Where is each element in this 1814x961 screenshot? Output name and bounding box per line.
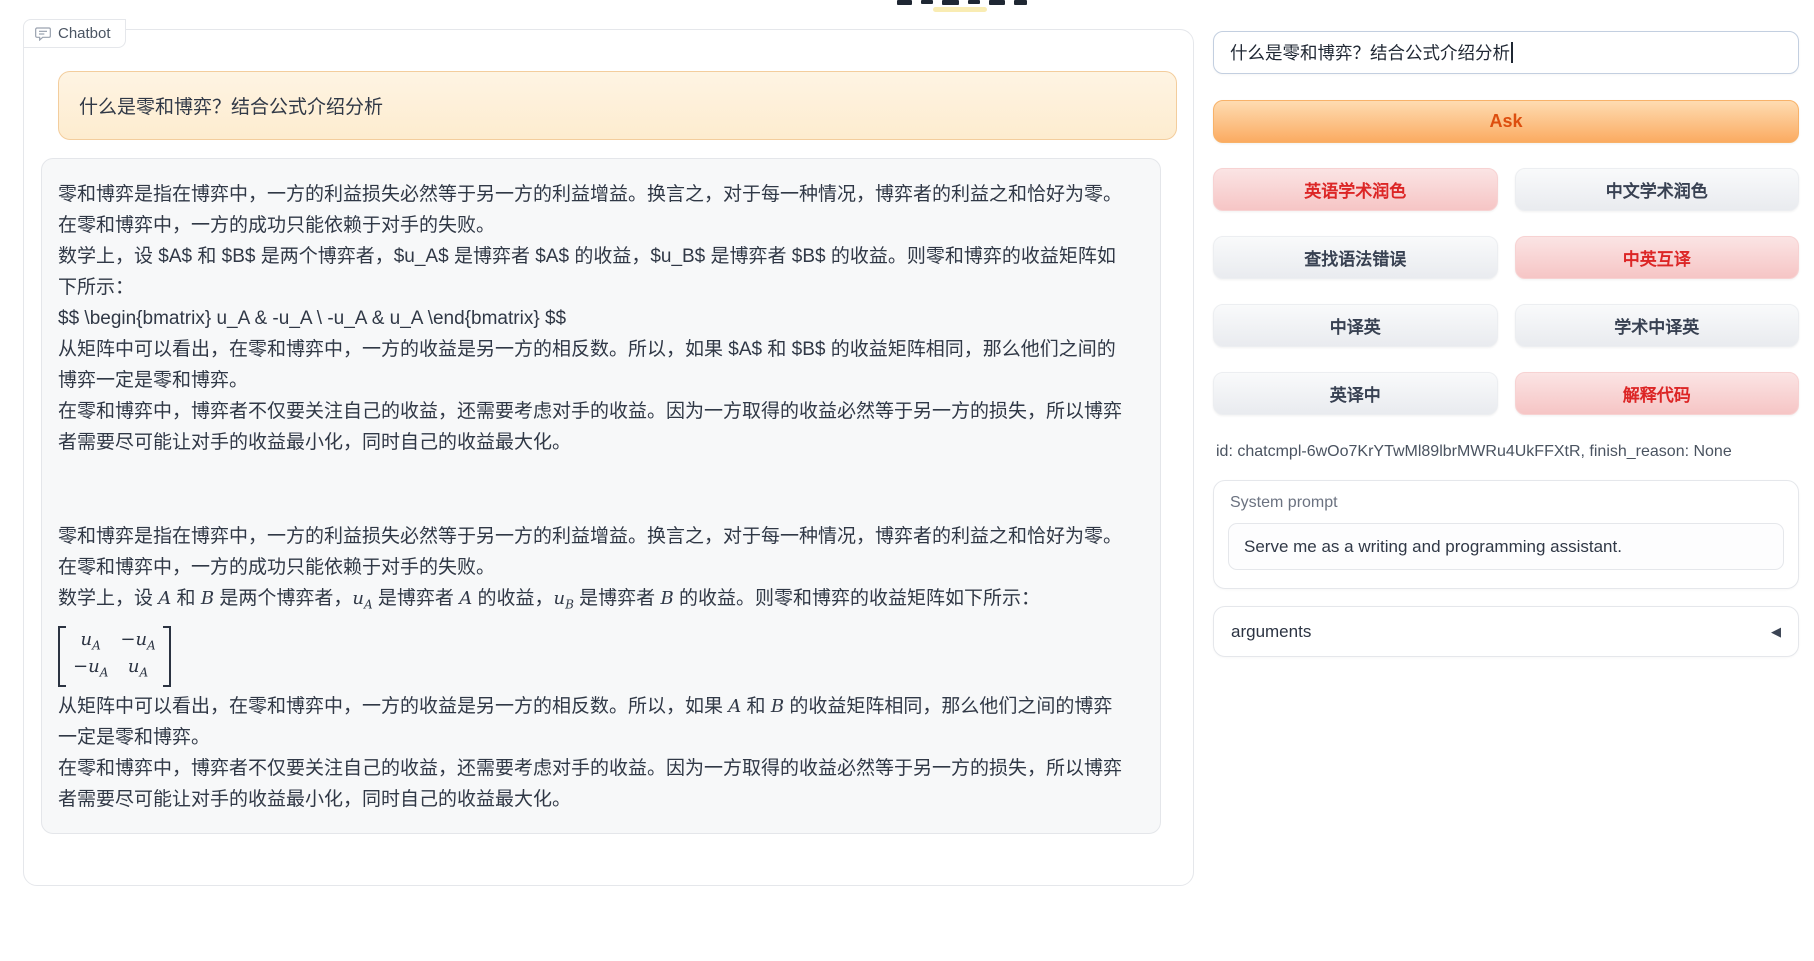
user-message-text: 什么是零和博弈？结合公式介绍分析 (79, 92, 383, 119)
matrix-cell: −uA (120, 629, 155, 657)
query-input[interactable]: 什么是零和博弈？结合公式介绍分析 (1213, 31, 1799, 74)
matrix-cell: uA (120, 656, 155, 684)
bot-raw-conclusion: 从矩阵中可以看出，在零和博弈中，一方的收益是另一方的相反数。所以，如果 $A$ … (58, 334, 1130, 396)
function-button-grid: 英语学术润色 中文学术润色查找语法错误 中英互译中译英 学术中译英英译中 解释代码 (1213, 168, 1799, 415)
function-button-6[interactable]: 英译中 (1213, 372, 1498, 415)
function-button-label: 中英互译 (1623, 245, 1691, 270)
cropped-title-highlight (933, 7, 987, 12)
completion-status-line: id: chatcmpl-6wOo7KrYTwMl89lbrMWRu4UkFFX… (1216, 443, 1732, 461)
chatbot-panel: Chatbot 什么是零和博弈？结合公式介绍分析 零和博弈是指在博弈中，一方的利… (23, 29, 1194, 886)
function-button-label: 查找语法错误 (1304, 245, 1406, 270)
function-button-0[interactable]: 英语学术润色 (1213, 168, 1498, 211)
system-prompt-input[interactable]: Serve me as a writing and programming as… (1228, 523, 1784, 570)
bot-message-raw-block: 零和博弈是指在博弈中，一方的利益损失必然等于另一方的利益增益。换言之，对于每一种… (58, 179, 1130, 458)
arguments-accordion-header[interactable]: arguments ◀ (1213, 606, 1799, 657)
function-button-label: 学术中译英 (1614, 313, 1699, 338)
query-input-value: 什么是零和博弈？结合公式介绍分析 (1230, 40, 1510, 65)
user-message-bubble: 什么是零和博弈？结合公式介绍分析 (58, 71, 1177, 140)
bot-raw-matrix-latex: $$ \begin{bmatrix} u_A & -u_A \ -u_A & u… (58, 303, 1130, 334)
bot-raw-math-setup: 数学上，设 $A$ 和 $B$ 是两个博弈者，$u_A$ 是博弈者 $A$ 的收… (58, 241, 1130, 303)
function-button-label: 中文学术润色 (1606, 177, 1708, 202)
bot-rendered-math-setup: 数学上，设 A 和 B 是两个博弈者，uA 是博弈者 A 的收益，uB 是博弈者… (58, 583, 1130, 621)
matrix-cell: uA (73, 629, 108, 657)
function-button-label: 中译英 (1330, 313, 1381, 338)
bot-raw-intro: 零和博弈是指在博弈中，一方的利益损失必然等于另一方的利益增益。换言之，对于每一种… (58, 179, 1130, 241)
ask-button-label: Ask (1489, 111, 1522, 132)
chatbot-label-tab: Chatbot (23, 19, 126, 48)
matrix-right-bracket (163, 626, 171, 687)
function-button-label: 英语学术润色 (1304, 177, 1406, 202)
function-button-1[interactable]: 中文学术润色 (1515, 168, 1800, 211)
system-prompt-value: Serve me as a writing and programming as… (1244, 537, 1622, 557)
payoff-matrix: uA−uA−uAuA (58, 621, 1130, 691)
accordion-collapse-icon: ◀ (1771, 624, 1781, 640)
bot-rendered-conclusion: 从矩阵中可以看出，在零和博弈中，一方的收益是另一方的相反数。所以，如果 A 和 … (58, 691, 1130, 753)
function-button-7[interactable]: 解释代码 (1515, 372, 1800, 415)
chatbot-label: Chatbot (58, 25, 111, 42)
bot-rendered-intro: 零和博弈是指在博弈中，一方的利益损失必然等于另一方的利益增益。换言之，对于每一种… (58, 521, 1130, 583)
cropped-page-title (897, 0, 1027, 7)
function-button-label: 解释代码 (1623, 381, 1691, 406)
matrix-cell: −uA (73, 656, 108, 684)
function-button-label: 英译中 (1330, 381, 1381, 406)
system-prompt-label: System prompt (1230, 494, 1338, 512)
bot-rendered-strategy: 在零和博弈中，博弈者不仅要关注自己的收益，还需要考虑对手的收益。因为一方取得的收… (58, 753, 1130, 815)
text-cursor (1511, 42, 1513, 63)
system-prompt-box: System prompt Serve me as a writing and … (1213, 480, 1799, 589)
bot-raw-strategy: 在零和博弈中，博弈者不仅要关注自己的收益，还需要考虑对手的收益。因为一方取得的收… (58, 396, 1130, 458)
function-button-2[interactable]: 查找语法错误 (1213, 236, 1498, 279)
matrix-left-bracket (58, 626, 66, 687)
bot-message-rendered-block: 零和博弈是指在博弈中，一方的利益损失必然等于另一方的利益增益。换言之，对于每一种… (58, 521, 1130, 815)
function-button-3[interactable]: 中英互译 (1515, 236, 1800, 279)
chat-bubble-icon (35, 27, 51, 41)
bot-message-bubble: 零和博弈是指在博弈中，一方的利益损失必然等于另一方的利益增益。换言之，对于每一种… (41, 158, 1161, 834)
arguments-accordion-label: arguments (1231, 622, 1311, 642)
function-button-5[interactable]: 学术中译英 (1515, 304, 1800, 347)
function-button-4[interactable]: 中译英 (1213, 304, 1498, 347)
ask-button[interactable]: Ask (1213, 100, 1799, 143)
